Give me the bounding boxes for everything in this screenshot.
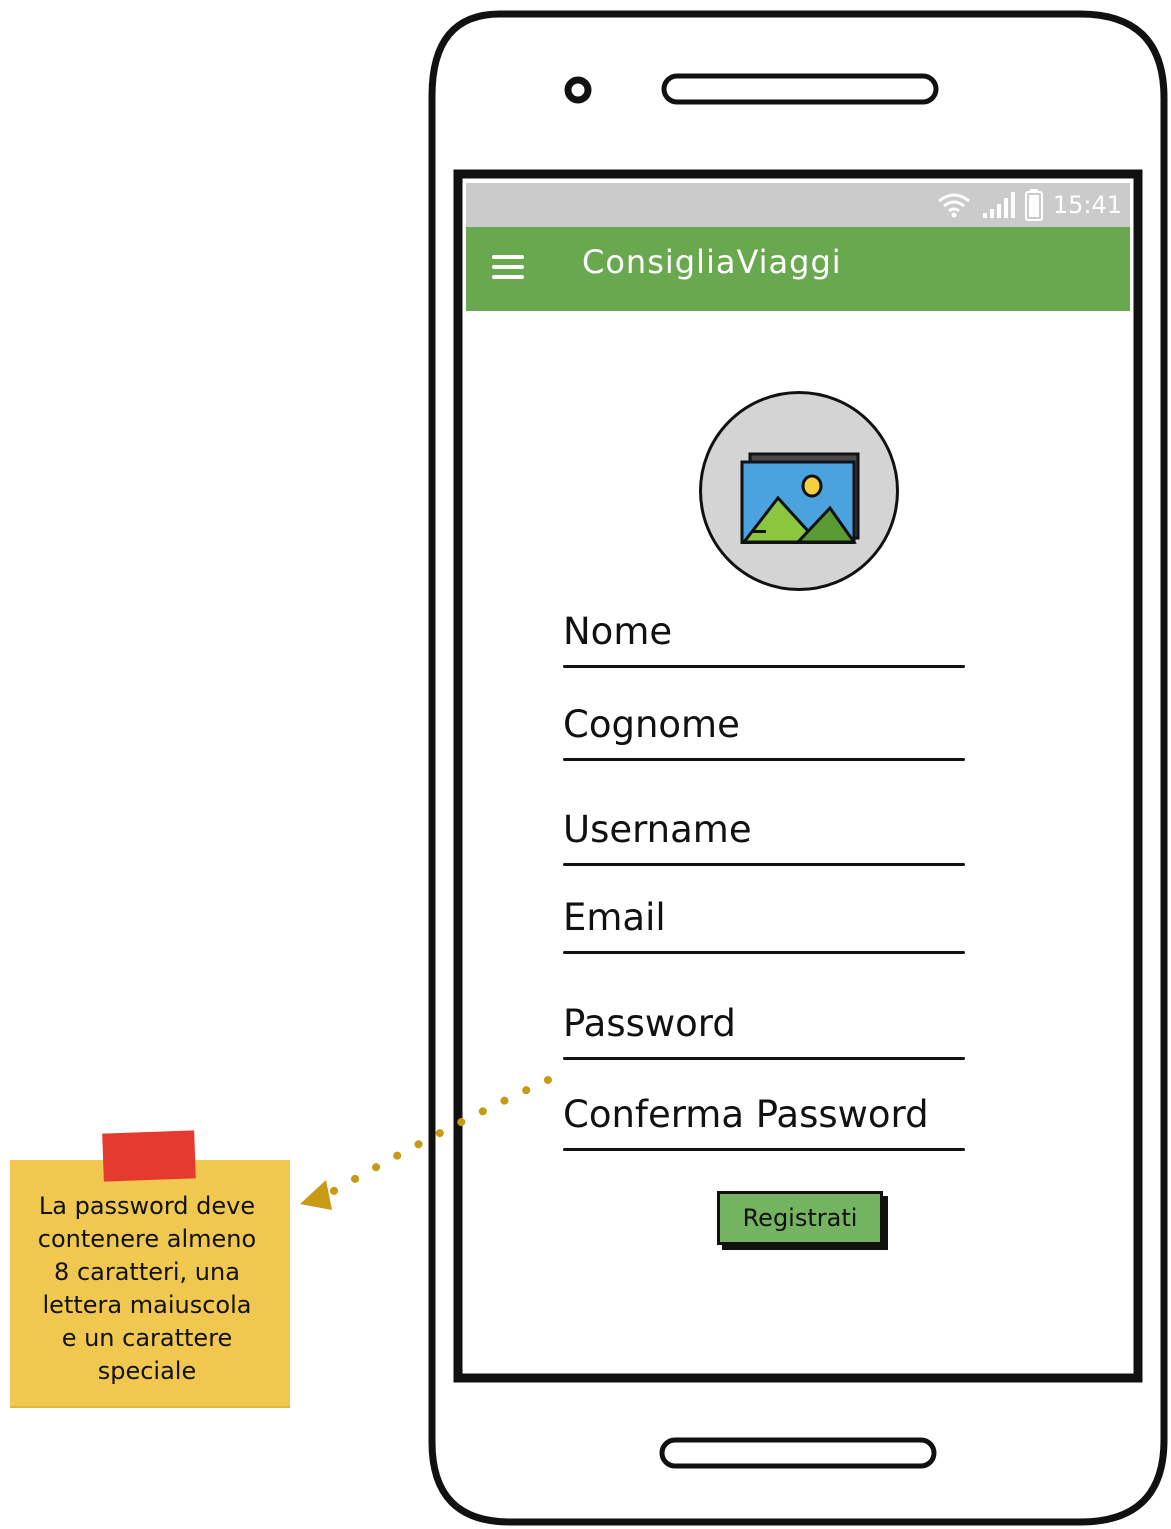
arrow-head-icon bbox=[300, 1180, 332, 1210]
sticky-tape bbox=[102, 1130, 196, 1182]
note-line: contenere almeno bbox=[37, 1225, 257, 1253]
note-line: lettera maiuscola bbox=[42, 1291, 252, 1319]
note-line: e un carattere bbox=[61, 1324, 233, 1352]
sticky-note-text: La password deve contenere almeno 8 cara… bbox=[16, 1190, 278, 1388]
note-line: speciale bbox=[97, 1357, 197, 1385]
note-line: La password deve bbox=[38, 1192, 256, 1220]
note-line: 8 caratteri, una bbox=[54, 1258, 240, 1286]
